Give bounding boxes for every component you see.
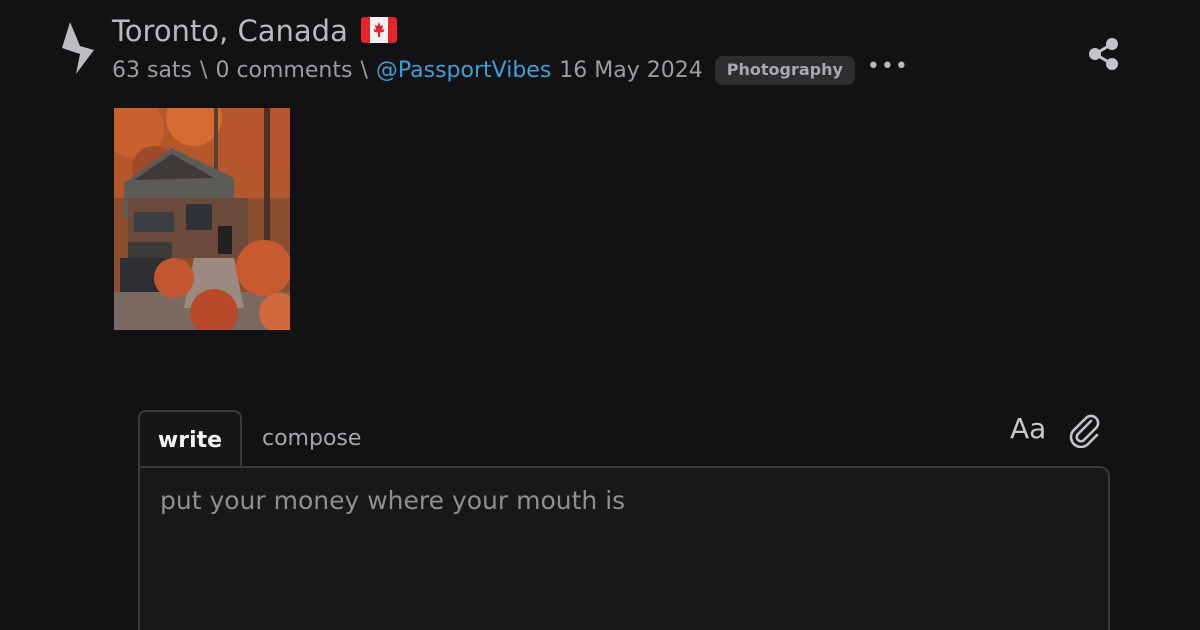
- post-image[interactable]: [114, 108, 290, 330]
- tab-compose[interactable]: compose: [262, 426, 361, 451]
- tab-write[interactable]: write: [138, 410, 242, 466]
- meta-separator: \: [200, 58, 208, 83]
- share-icon[interactable]: [1086, 36, 1120, 72]
- autumn-house-photo: [114, 108, 290, 330]
- format-text-button[interactable]: Aa: [1010, 412, 1046, 445]
- post-title[interactable]: Toronto, Canada: [112, 14, 398, 48]
- author-link[interactable]: @PassportVibes: [376, 58, 551, 83]
- post-date[interactable]: 16 May 2024: [559, 58, 702, 83]
- category-badge[interactable]: Photography: [714, 56, 855, 85]
- lightning-bolt-icon[interactable]: [56, 20, 98, 76]
- paperclip-icon[interactable]: [1066, 412, 1102, 448]
- post-page: Toronto, Canada 63 sats \ 0 comments \ @…: [0, 0, 1200, 630]
- reply-editor: [138, 466, 1110, 630]
- canada-flag-icon: [361, 17, 398, 43]
- reply-textarea[interactable]: [140, 468, 1108, 630]
- meta-separator: \: [360, 58, 368, 83]
- more-dots-icon[interactable]: •••: [867, 55, 909, 77]
- post-title-text[interactable]: Toronto, Canada: [112, 14, 348, 48]
- post-meta: 63 sats \ 0 comments \ @PassportVibes 16…: [112, 55, 909, 85]
- sats-count[interactable]: 63 sats: [112, 58, 192, 83]
- comments-count[interactable]: 0 comments: [215, 58, 352, 83]
